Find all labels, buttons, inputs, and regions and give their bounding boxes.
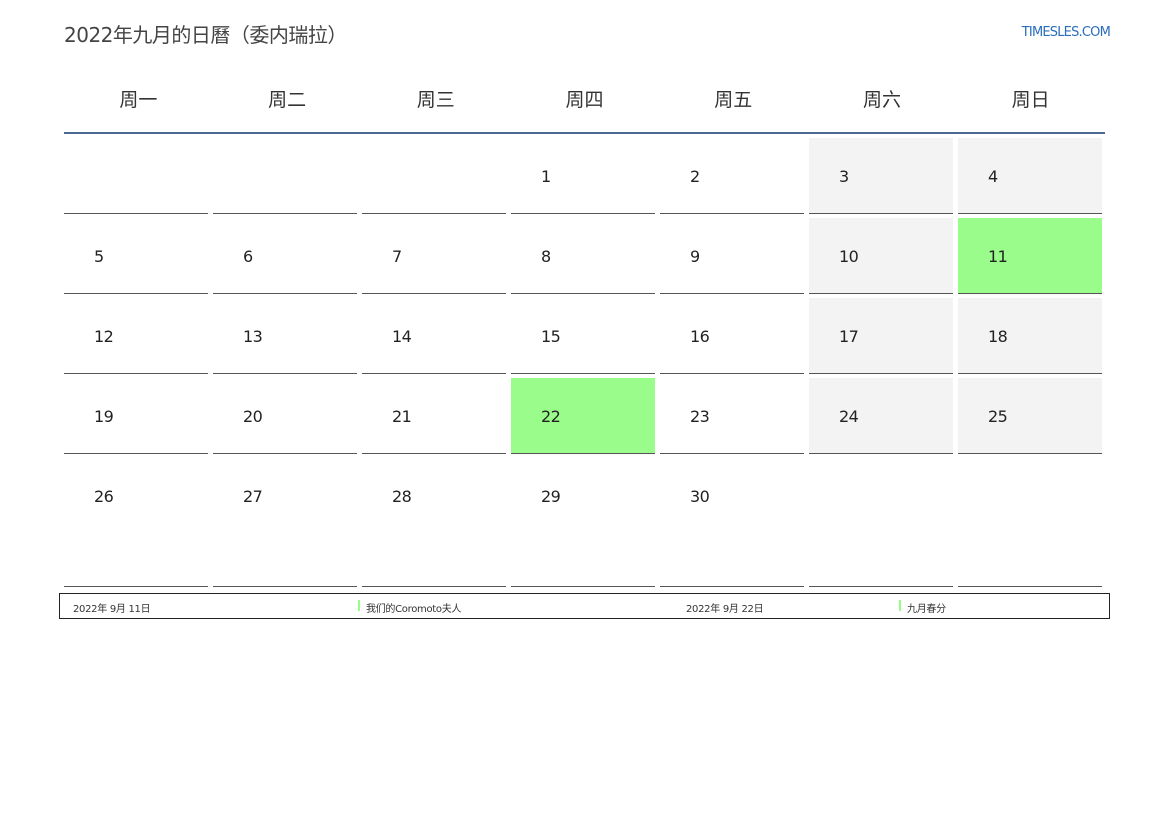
day-cell: 7 bbox=[362, 218, 506, 294]
day-number: 20 bbox=[243, 407, 263, 426]
day-number: 4 bbox=[988, 167, 998, 186]
weekday-sat: 周六 bbox=[862, 89, 901, 111]
day-number: 11 bbox=[988, 247, 1008, 266]
day-cell-weekend: 24 bbox=[809, 378, 953, 454]
day-cell-weekend: 18 bbox=[958, 298, 1102, 374]
holiday-color-marker bbox=[899, 600, 901, 611]
day-number: 29 bbox=[541, 487, 561, 506]
day-number: 3 bbox=[839, 167, 849, 186]
calendar-week: 5 6 7 8 9 10 11 bbox=[64, 218, 1110, 294]
calendar-week: 19 20 21 22 23 24 25 bbox=[64, 378, 1110, 454]
day-cell: 26 bbox=[64, 458, 208, 587]
calendar-grid: 1 2 3 4 5 6 7 8 9 10 11 12 13 14 15 16 1… bbox=[64, 138, 1110, 591]
day-cell: 15 bbox=[511, 298, 655, 374]
legend-date: 2022年 9月 22日 bbox=[686, 604, 764, 615]
weekday-header: 周一 周二 周三 周四 周五 周六 周日 bbox=[64, 70, 1105, 134]
day-number: 22 bbox=[541, 407, 561, 426]
day-cell: 2 bbox=[660, 138, 804, 214]
day-cell: 9 bbox=[660, 218, 804, 294]
weekday-fri: 周五 bbox=[714, 89, 753, 111]
weekday-sun: 周日 bbox=[1011, 89, 1050, 111]
holiday-color-marker bbox=[358, 600, 360, 611]
day-cell: 28 bbox=[362, 458, 506, 587]
day-cell-weekend: 17 bbox=[809, 298, 953, 374]
day-number: 26 bbox=[94, 487, 114, 506]
holiday-legend: 2022年 9月 11日 我们的Coromoto夫人 2022年 9月 22日 … bbox=[59, 593, 1110, 619]
weekday-wed: 周三 bbox=[416, 89, 455, 111]
day-cell-weekend: 25 bbox=[958, 378, 1102, 454]
day-cell: 30 bbox=[660, 458, 804, 587]
day-number: 14 bbox=[392, 327, 412, 346]
day-number: 23 bbox=[690, 407, 710, 426]
day-cell: 29 bbox=[511, 458, 655, 587]
day-number: 13 bbox=[243, 327, 263, 346]
day-cell-weekend: 4 bbox=[958, 138, 1102, 214]
day-number: 6 bbox=[243, 247, 253, 266]
legend-holiday-name: 九月春分 bbox=[907, 604, 946, 615]
day-cell bbox=[958, 458, 1102, 587]
day-cell: 12 bbox=[64, 298, 208, 374]
day-number: 25 bbox=[988, 407, 1008, 426]
day-number: 8 bbox=[541, 247, 551, 266]
day-number: 30 bbox=[690, 487, 710, 506]
day-cell: 5 bbox=[64, 218, 208, 294]
day-number: 16 bbox=[690, 327, 710, 346]
calendar-week: 1 2 3 4 bbox=[64, 138, 1110, 214]
day-cell-weekend: 10 bbox=[809, 218, 953, 294]
day-cell bbox=[809, 458, 953, 587]
day-cell-weekend: 3 bbox=[809, 138, 953, 214]
day-number: 1 bbox=[541, 167, 551, 186]
day-number: 15 bbox=[541, 327, 561, 346]
day-cell: 27 bbox=[213, 458, 357, 587]
day-number: 9 bbox=[690, 247, 700, 266]
day-cell: 23 bbox=[660, 378, 804, 454]
weekday-tue: 周二 bbox=[268, 89, 307, 111]
day-number: 19 bbox=[94, 407, 114, 426]
weekday-thu: 周四 bbox=[565, 89, 604, 111]
day-cell: 16 bbox=[660, 298, 804, 374]
day-number: 2 bbox=[690, 167, 700, 186]
day-number: 18 bbox=[988, 327, 1008, 346]
site-link[interactable]: TIMESLES.COM bbox=[1022, 25, 1111, 40]
calendar-week: 26 27 28 29 30 bbox=[64, 458, 1110, 587]
page-title: 2022年九月的日曆（委内瑞拉） bbox=[64, 23, 347, 47]
day-cell: 20 bbox=[213, 378, 357, 454]
day-cell: 21 bbox=[362, 378, 506, 454]
day-number: 5 bbox=[94, 247, 104, 266]
day-number: 21 bbox=[392, 407, 412, 426]
day-cell: 8 bbox=[511, 218, 655, 294]
day-number: 24 bbox=[839, 407, 859, 426]
day-cell: 1 bbox=[511, 138, 655, 214]
day-cell-holiday: 22 bbox=[511, 378, 655, 454]
day-number: 7 bbox=[392, 247, 402, 266]
day-cell: 6 bbox=[213, 218, 357, 294]
weekday-mon: 周一 bbox=[119, 89, 158, 111]
day-number: 10 bbox=[839, 247, 859, 266]
day-number: 17 bbox=[839, 327, 859, 346]
legend-date: 2022年 9月 11日 bbox=[73, 604, 151, 615]
day-cell: 13 bbox=[213, 298, 357, 374]
day-cell bbox=[64, 138, 208, 214]
day-cell bbox=[362, 138, 506, 214]
day-cell: 19 bbox=[64, 378, 208, 454]
day-number: 12 bbox=[94, 327, 114, 346]
calendar-week: 12 13 14 15 16 17 18 bbox=[64, 298, 1110, 374]
day-cell bbox=[213, 138, 357, 214]
day-number: 27 bbox=[243, 487, 263, 506]
day-cell: 14 bbox=[362, 298, 506, 374]
day-number: 28 bbox=[392, 487, 412, 506]
legend-holiday-name: 我们的Coromoto夫人 bbox=[366, 604, 462, 615]
day-cell-holiday: 11 bbox=[958, 218, 1102, 294]
